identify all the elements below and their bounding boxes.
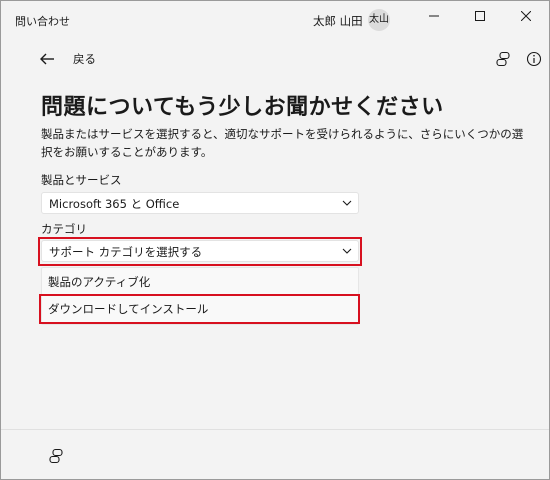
close-button[interactable]: [503, 1, 549, 31]
maximize-button[interactable]: [457, 1, 503, 31]
user-name[interactable]: 太郎 山田: [313, 13, 363, 29]
connect-icon[interactable]: [48, 448, 64, 464]
category-label: カテゴリ: [41, 222, 87, 236]
back-label[interactable]: 戻る: [73, 51, 96, 67]
product-select[interactable]: Microsoft 365 と Office: [41, 192, 359, 214]
info-icon[interactable]: [526, 51, 542, 67]
app-window: 問い合わせ 太郎 山田 太山 戻る 問題についてもう少しお聞かせください 製品ま…: [0, 0, 550, 480]
category-option-activation[interactable]: 製品のアクティブ化: [48, 274, 150, 290]
avatar[interactable]: 太山: [368, 9, 390, 31]
close-icon: [521, 11, 531, 21]
connect-icon[interactable]: [495, 51, 511, 67]
product-select-value: Microsoft 365 と Office: [49, 197, 180, 211]
product-label: 製品とサービス: [41, 173, 122, 187]
maximize-icon: [475, 11, 485, 21]
page-title: 問題についてもう少しお聞かせください: [41, 95, 444, 120]
minimize-icon: [429, 15, 439, 17]
page-description: 製品またはサービスを選択すると、適切なサポートを受けられるように、さらにいくつか…: [41, 127, 524, 159]
title-bar: 問い合わせ 太郎 山田 太山: [1, 1, 549, 39]
category-select-highlight: [38, 237, 362, 266]
footer: [1, 430, 549, 479]
back-button[interactable]: [39, 49, 55, 69]
arrow-left-icon: [40, 53, 54, 65]
download-option-highlight: [39, 294, 360, 324]
main-content: 戻る 問題についてもう少しお聞かせください 製品またはサービスを選択すると、適切…: [1, 39, 549, 429]
minimize-button[interactable]: [411, 1, 457, 31]
app-title: 問い合わせ: [15, 15, 70, 28]
chevron-down-icon: [342, 200, 352, 206]
